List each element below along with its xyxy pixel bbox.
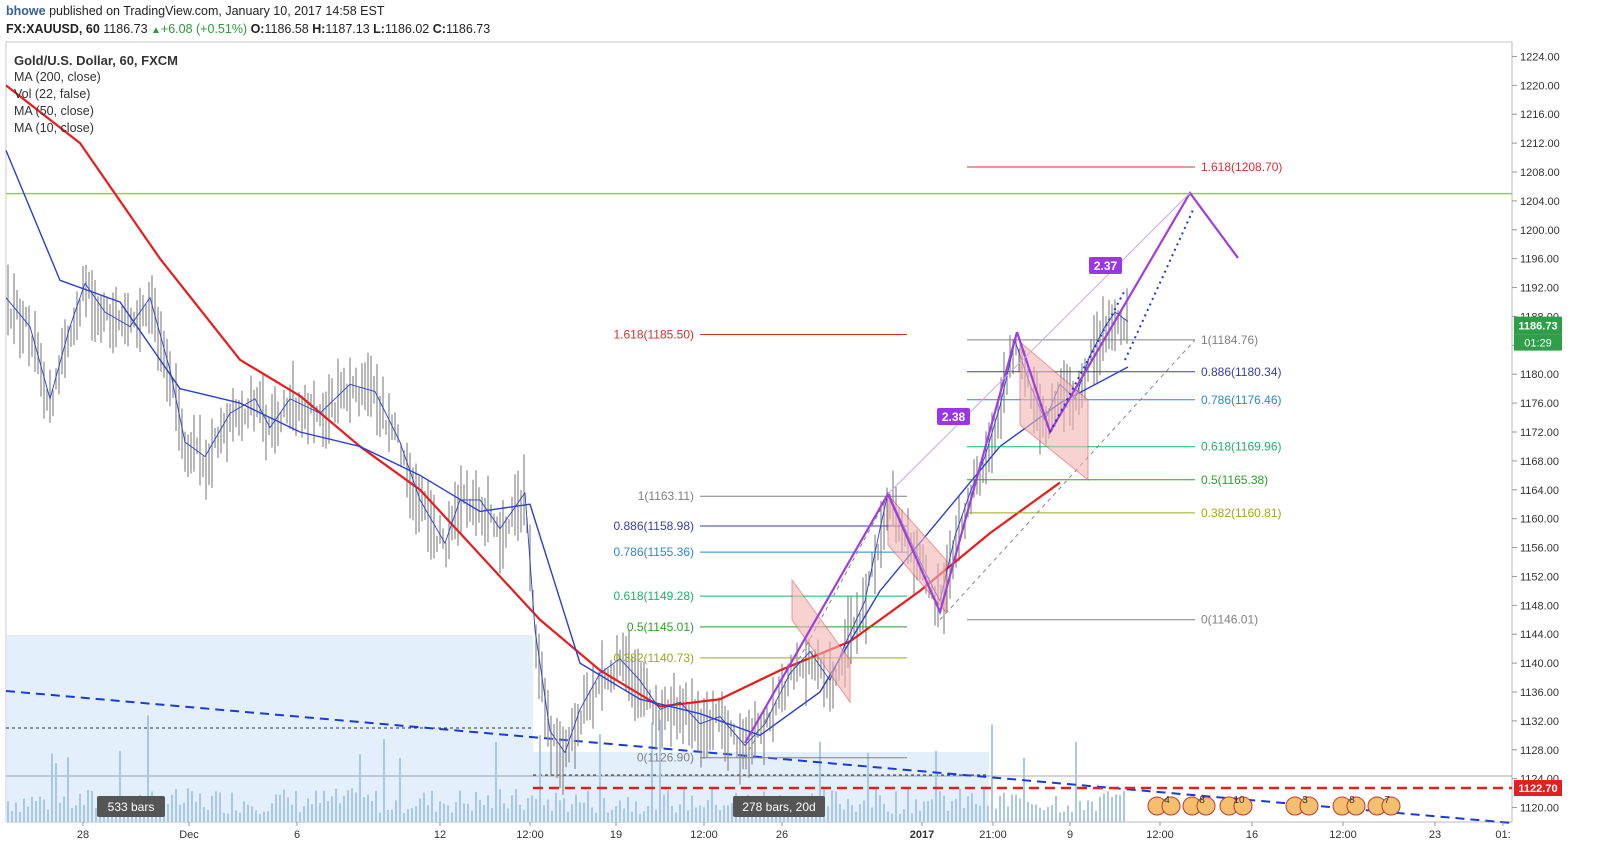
y-tick-label: 1192.00 (1520, 283, 1559, 295)
fib-left-label: 0.786(1155.36) (613, 545, 694, 559)
fib-right-label: 0.786(1176.46) (1201, 393, 1282, 407)
fib-left-label: 0.618(1149.28) (613, 589, 694, 603)
y-tick-label: 1120.00 (1520, 803, 1559, 815)
y-tick-label: 1144.00 (1520, 629, 1559, 641)
fib-left-label: 1(1163.11) (638, 489, 694, 503)
x-tick-label: 12:00 (1146, 829, 1174, 841)
x-tick-label: 21:00 (979, 829, 1007, 841)
event-count: 10 (1233, 795, 1245, 806)
x-tick-label: 6 (294, 829, 300, 841)
event-count: 8 (1199, 795, 1205, 806)
y-tick-label: 1224.00 (1520, 51, 1560, 63)
y-tick-label: 1164.00 (1520, 485, 1559, 497)
y-tick-label: 1200.00 (1520, 225, 1560, 237)
x-tick-label: 12:00 (1329, 829, 1357, 841)
fib-right-label: 0.886(1180.34) (1201, 365, 1282, 379)
x-tick-label: 2017 (910, 829, 934, 841)
fib-right-label: 1(1184.76) (1201, 333, 1258, 347)
indicator-legend: Gold/U.S. Dollar, 60, FXCM MA (200, clos… (14, 52, 178, 137)
legend-item-volume[interactable]: Vol (22, false) (14, 86, 178, 103)
x-tick-label: 16 (1246, 829, 1258, 841)
x-tick-label: 9 (1067, 829, 1073, 841)
fib-left-label: 0.886(1158.98) (613, 519, 694, 533)
fib-left-extension-label: 1.618(1185.50) (613, 328, 694, 342)
x-tick-label: 26 (776, 829, 788, 841)
x-tick-label: 12:00 (690, 829, 718, 841)
event-count: 3 (1302, 795, 1308, 806)
y-tick-label: 1140.00 (1520, 658, 1559, 670)
event-count: 4 (1164, 795, 1170, 806)
countdown-tag-text: 01:29 (1524, 338, 1552, 350)
y-tick-label: 1196.00 (1520, 254, 1559, 266)
y-tick-label: 1156.00 (1520, 543, 1559, 555)
ratio-badge-text: 2.37 (1094, 259, 1118, 273)
y-tick-label: 1176.00 (1520, 398, 1559, 410)
fib-right-label: 0.382(1160.81) (1201, 506, 1282, 520)
legend-item-ma200[interactable]: MA (200, close) (14, 69, 178, 86)
event-count: 7 (1384, 795, 1390, 806)
legend-item-ma50[interactable]: MA (50, close) (14, 103, 178, 120)
y-tick-label: 1136.00 (1520, 687, 1559, 699)
y-tick-label: 1220.00 (1520, 80, 1560, 92)
fib-left-label: 0.382(1140.73) (613, 651, 694, 665)
legend-item-ma10[interactable]: MA (10, close) (14, 120, 178, 137)
fib-right-label: 0(1146.01) (1201, 613, 1258, 627)
event-count: 8 (1349, 795, 1355, 806)
y-tick-label: 1180.00 (1520, 369, 1559, 381)
y-tick-label: 1132.00 (1520, 716, 1559, 728)
fib-left-label: 0.5(1145.01) (627, 620, 694, 634)
x-tick-label: 12 (434, 829, 446, 841)
y-tick-label: 1168.00 (1520, 456, 1559, 468)
x-tick-label: 12:00 (516, 829, 544, 841)
y-tick-label: 1208.00 (1520, 167, 1560, 179)
x-tick-label: Dec (179, 829, 199, 841)
y-tick-label: 1216.00 (1520, 109, 1560, 121)
bar-count-text: 278 bars, 20d (742, 800, 815, 814)
x-tick-label: 19 (610, 829, 622, 841)
legend-title: Gold/U.S. Dollar, 60, FXCM (14, 53, 178, 68)
y-tick-label: 1148.00 (1520, 600, 1559, 612)
y-tick-label: 1152.00 (1520, 571, 1559, 583)
y-tick-label: 1204.00 (1520, 196, 1560, 208)
y-tick-label: 1160.00 (1520, 514, 1559, 526)
fib-left-label: 0(1126.90) (637, 751, 694, 765)
last-price-tag-text: 1186.73 (1518, 321, 1557, 333)
y-tick-label: 1212.00 (1520, 138, 1560, 150)
y-tick-label: 1172.00 (1520, 427, 1559, 439)
x-tick-label: 01: (1495, 829, 1510, 841)
fib-right-label: 0.5(1165.38) (1201, 473, 1268, 487)
ratio-badge-text: 2.38 (942, 410, 966, 424)
y-tick-label: 1128.00 (1520, 745, 1559, 757)
fib-right-extension-label: 1.618(1208.70) (1201, 160, 1282, 174)
fib-right-label: 0.618(1169.96) (1201, 440, 1282, 454)
x-tick-label: 23 (1429, 829, 1441, 841)
bar-count-text: 533 bars (108, 800, 155, 814)
price-chart[interactable]: 1(1163.11) 0.886(1158.98) 0.786(1155.36) 0.… (0, 0, 1597, 863)
alert-price-tag-text: 1122.70 (1518, 783, 1557, 795)
x-tick-label: 28 (77, 829, 89, 841)
